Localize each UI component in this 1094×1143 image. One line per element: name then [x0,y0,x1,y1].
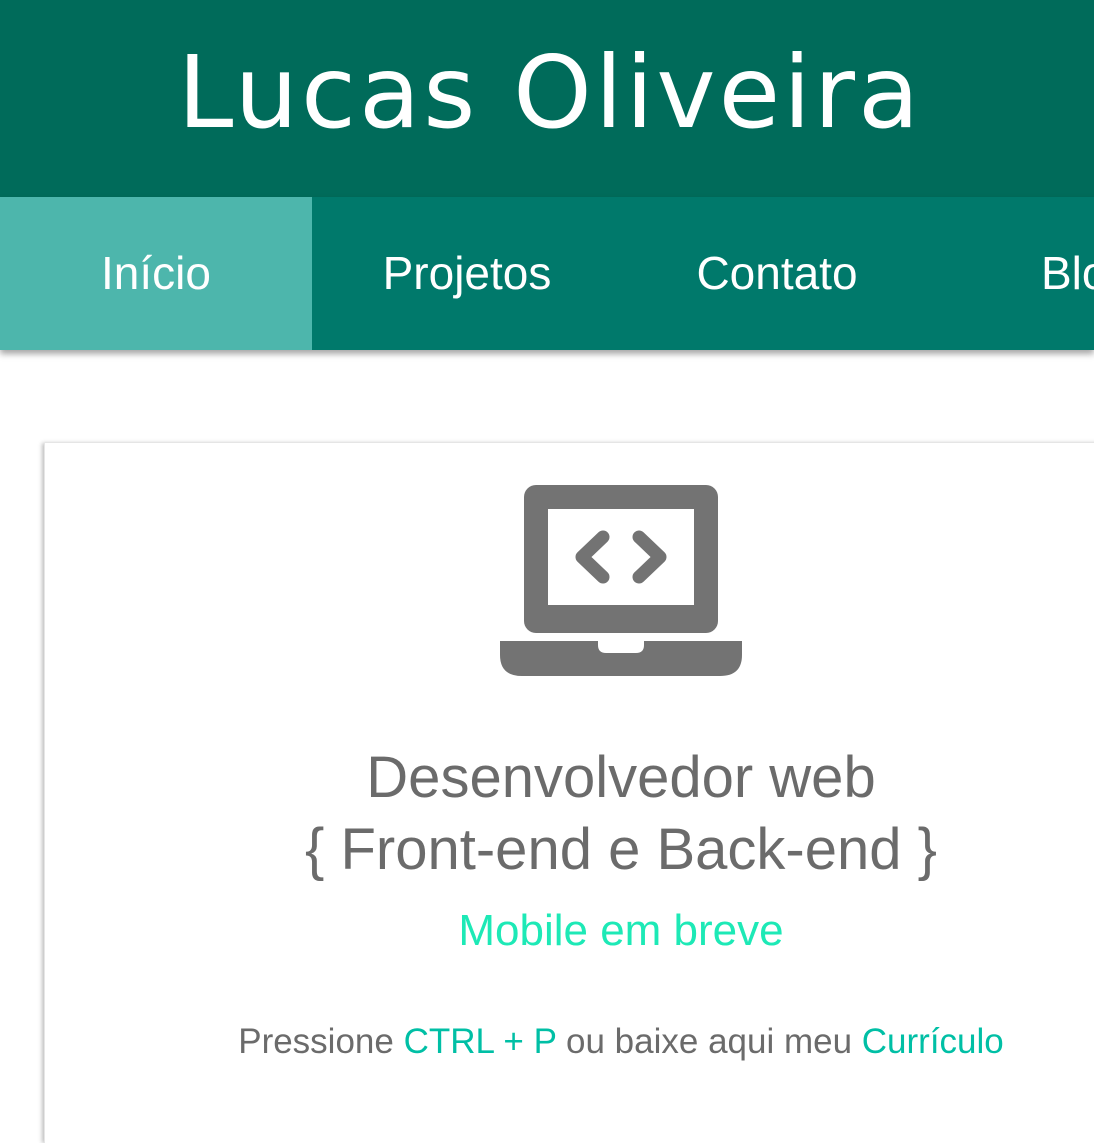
main-nav: Início Projetos Contato Blog [0,197,1094,350]
hint-prefix: Pressione [238,1022,404,1061]
nav-item-contato[interactable]: Contato [622,197,932,350]
site-header: Lucas Oliveira [0,0,1094,197]
site-title: Lucas Oliveira [177,34,923,151]
hint-middle: ou baixe aqui meu [556,1022,862,1061]
headline-role: Desenvolvedor web [366,745,876,810]
laptop-code-icon [500,485,742,676]
print-hint: Pressione CTRL + P ou baixe aqui meu Cur… [44,1018,1094,1066]
headline-stack: { Front-end e Back-end } [305,817,937,882]
nav-item-projetos[interactable]: Projetos [312,197,622,350]
nav-item-inicio[interactable]: Início [0,197,312,350]
nav-item-blog[interactable]: Blog [932,197,1094,350]
hint-shortcut: CTRL + P [403,1022,557,1061]
mobile-soon-note: Mobile em breve [458,906,784,955]
curriculum-link[interactable]: Currículo [862,1022,1004,1061]
hero-headline: Desenvolvedor web { Front-end e Back-end… [44,742,1094,886]
